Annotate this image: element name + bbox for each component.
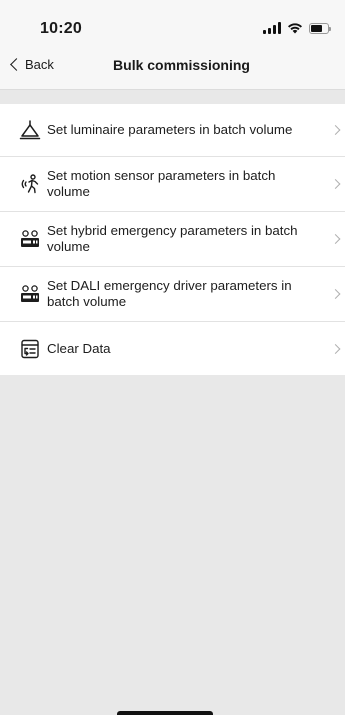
page-title: Bulk commissioning — [113, 57, 250, 73]
clear-data-icon — [19, 338, 41, 360]
menu-item-label: Set luminaire parameters in batch volume — [47, 122, 293, 137]
app-screen: 10:20 Back Bulk commissioning Set lumina… — [0, 0, 345, 715]
navigation-bar: Back Bulk commissioning — [0, 44, 345, 90]
status-icons — [263, 22, 331, 34]
menu-item-dali-emergency-driver-parameters[interactable]: Set DALI emergency driver parameters in … — [0, 267, 345, 322]
menu-item-motion-sensor-parameters[interactable]: Set motion sensor parameters in batch vo… — [0, 157, 345, 212]
menu-item-hybrid-emergency-parameters[interactable]: Set hybrid emergency parameters in batch… — [0, 212, 345, 267]
chevron-right-icon — [330, 125, 341, 135]
chevron-right-icon — [330, 343, 341, 354]
status-time: 10:20 — [40, 20, 82, 37]
menu-item-label: Set DALI emergency driver parameters in … — [47, 278, 292, 309]
menu-item-label: Set hybrid emergency parameters in batch… — [47, 223, 298, 254]
chevron-right-icon — [330, 234, 341, 244]
menu-item-label: Set motion sensor parameters in batch vo… — [47, 168, 276, 199]
menu-item-clear-data[interactable]: Clear Data — [0, 322, 345, 375]
menu-item-luminaire-parameters[interactable]: Set luminaire parameters in batch volume — [0, 104, 345, 157]
motion-sensor-icon — [19, 173, 41, 195]
bulk-commissioning-menu: Set luminaire parameters in batch volume… — [0, 104, 345, 375]
menu-item-label: Clear Data — [47, 340, 111, 356]
wifi-icon — [288, 23, 302, 34]
emergency-device-icon — [19, 228, 41, 250]
chevron-right-icon — [330, 179, 341, 189]
chevron-right-icon — [330, 289, 341, 299]
battery-icon — [309, 22, 331, 34]
emergency-driver-icon — [19, 283, 41, 305]
cellular-signal-icon — [263, 22, 281, 34]
status-bar: 10:20 — [0, 0, 345, 44]
home-indicator[interactable] — [117, 711, 213, 715]
ceiling-lamp-icon — [19, 119, 41, 141]
